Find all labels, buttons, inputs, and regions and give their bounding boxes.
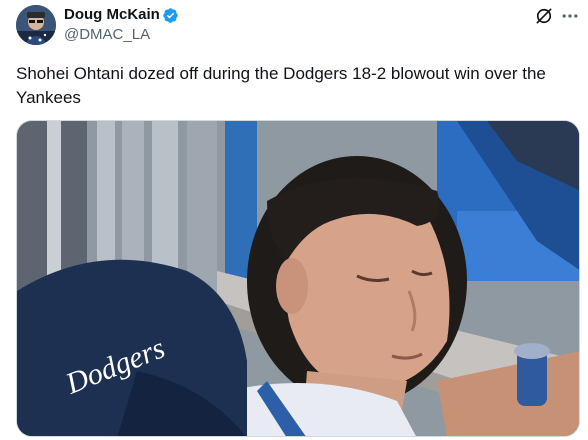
- author-avatar[interactable]: [16, 5, 56, 45]
- more-icon[interactable]: [560, 6, 580, 26]
- verified-badge-icon: [163, 8, 178, 23]
- tweet-photo[interactable]: Dodgers: [16, 120, 580, 437]
- author-name[interactable]: Doug McKain: [64, 6, 160, 23]
- tweet-text: Shohei Ohtani dozed off during the Dodge…: [16, 64, 546, 107]
- tweet-card: Doug McKain @DMAC_LA Shohei Ohtani dozed…: [0, 0, 588, 440]
- grok-icon[interactable]: [534, 6, 554, 26]
- author-handle[interactable]: @DMAC_LA: [64, 26, 150, 43]
